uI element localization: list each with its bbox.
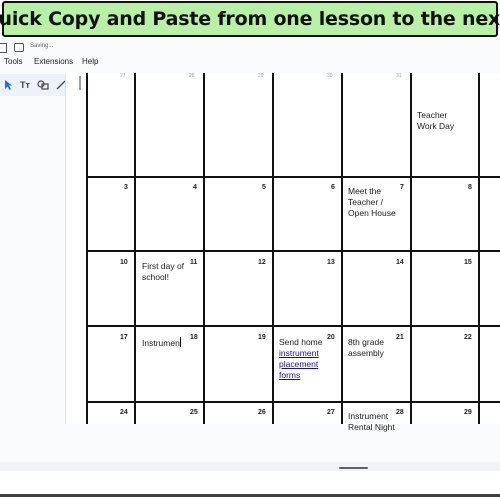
table-border — [86, 325, 500, 327]
event-meet-the-teacher[interactable]: Meet the Teacher / Open House — [348, 186, 396, 219]
text-cursor — [179, 337, 181, 347]
day-number: 5 — [262, 184, 266, 191]
event-first-day-of-school[interactable]: First day of school! — [142, 261, 184, 283]
vertical-ruler-marker — [79, 76, 81, 90]
scrollbar-thumb[interactable] — [339, 467, 368, 469]
event-send-home[interactable]: Send home instrument placement forms — [279, 337, 322, 381]
table-border — [272, 73, 274, 424]
top-row-number: 30 — [327, 73, 333, 79]
day-number: 7 — [400, 184, 404, 191]
day-number: 18 — [190, 334, 198, 341]
select-pointer-icon[interactable] — [2, 78, 14, 92]
day-number: 22 — [464, 334, 472, 341]
day-number: 6 — [331, 184, 335, 191]
day-number: 27 — [327, 409, 335, 416]
day-number: 24 — [120, 409, 128, 416]
saving-status: Saving... — [30, 43, 54, 49]
doc-edge-icon — [0, 43, 7, 53]
event-instrument-typing[interactable]: Instrumen — [142, 338, 180, 348]
top-row-number: 29 — [258, 73, 264, 79]
top-row-number: 31 — [396, 73, 402, 79]
table-border — [203, 73, 205, 424]
event-instrument-rental-night[interactable]: Instrument Rental Night — [348, 411, 395, 433]
table-border — [341, 73, 343, 424]
text-box-icon[interactable]: Tт — [18, 78, 32, 92]
day-number: 3 — [124, 184, 128, 191]
table-border — [134, 73, 136, 424]
day-number: 26 — [258, 409, 266, 416]
day-number: 10 — [120, 259, 128, 266]
table-border — [86, 176, 500, 178]
day-number: 29 — [464, 409, 472, 416]
title-bar: Saving... — [0, 38, 500, 54]
shape-icon[interactable] — [36, 78, 50, 92]
day-number: 28 — [396, 409, 404, 416]
day-number: 19 — [258, 334, 266, 341]
horizontal-scrollbar[interactable] — [0, 462, 500, 471]
table-border — [86, 73, 88, 424]
table-border — [86, 401, 500, 403]
day-number: 14 — [396, 259, 404, 266]
top-row-number: 28 — [189, 73, 195, 79]
bottom-border — [0, 494, 500, 497]
day-number: 8 — [468, 184, 472, 191]
table-border — [86, 250, 500, 252]
day-number: 17 — [120, 334, 128, 341]
menu-bar: Tools Extensions Help — [0, 55, 500, 69]
event-8th-grade-assembly[interactable]: 8th grade assembly — [348, 337, 384, 359]
instrument-placement-forms-link[interactable]: instrument placement forms — [279, 348, 319, 380]
table-border — [478, 73, 480, 424]
day-number: 25 — [190, 409, 198, 416]
event-teacher-work-day[interactable]: Teacher Work Day — [417, 110, 454, 132]
tutorial-banner: Quick Copy and Paste from one lesson to … — [0, 0, 500, 38]
menu-help[interactable]: Help — [82, 57, 98, 66]
banner-title: Quick Copy and Paste from one lesson to … — [0, 8, 500, 30]
cloud-status-icon[interactable] — [14, 43, 24, 52]
day-number: 13 — [327, 259, 335, 266]
menu-tools[interactable]: Tools — [4, 57, 23, 66]
menu-extensions[interactable]: Extensions — [34, 57, 73, 66]
editing-cell[interactable]: Instrumen — [142, 337, 181, 349]
day-number: 21 — [396, 334, 404, 341]
calendar-table[interactable]: 27 28 29 30 31 Teacher Work Day 3 4 5 6 … — [86, 73, 500, 432]
day-number: 11 — [190, 259, 198, 266]
day-number: 15 — [464, 259, 472, 266]
send-home-label: Send home — [279, 337, 323, 347]
top-row-number: 27 — [120, 73, 126, 79]
banner-box: Quick Copy and Paste from one lesson to … — [0, 1, 500, 37]
table-border — [410, 73, 412, 424]
day-number: 12 — [258, 259, 266, 266]
day-number: 4 — [193, 184, 197, 191]
day-number: 20 — [327, 334, 335, 341]
